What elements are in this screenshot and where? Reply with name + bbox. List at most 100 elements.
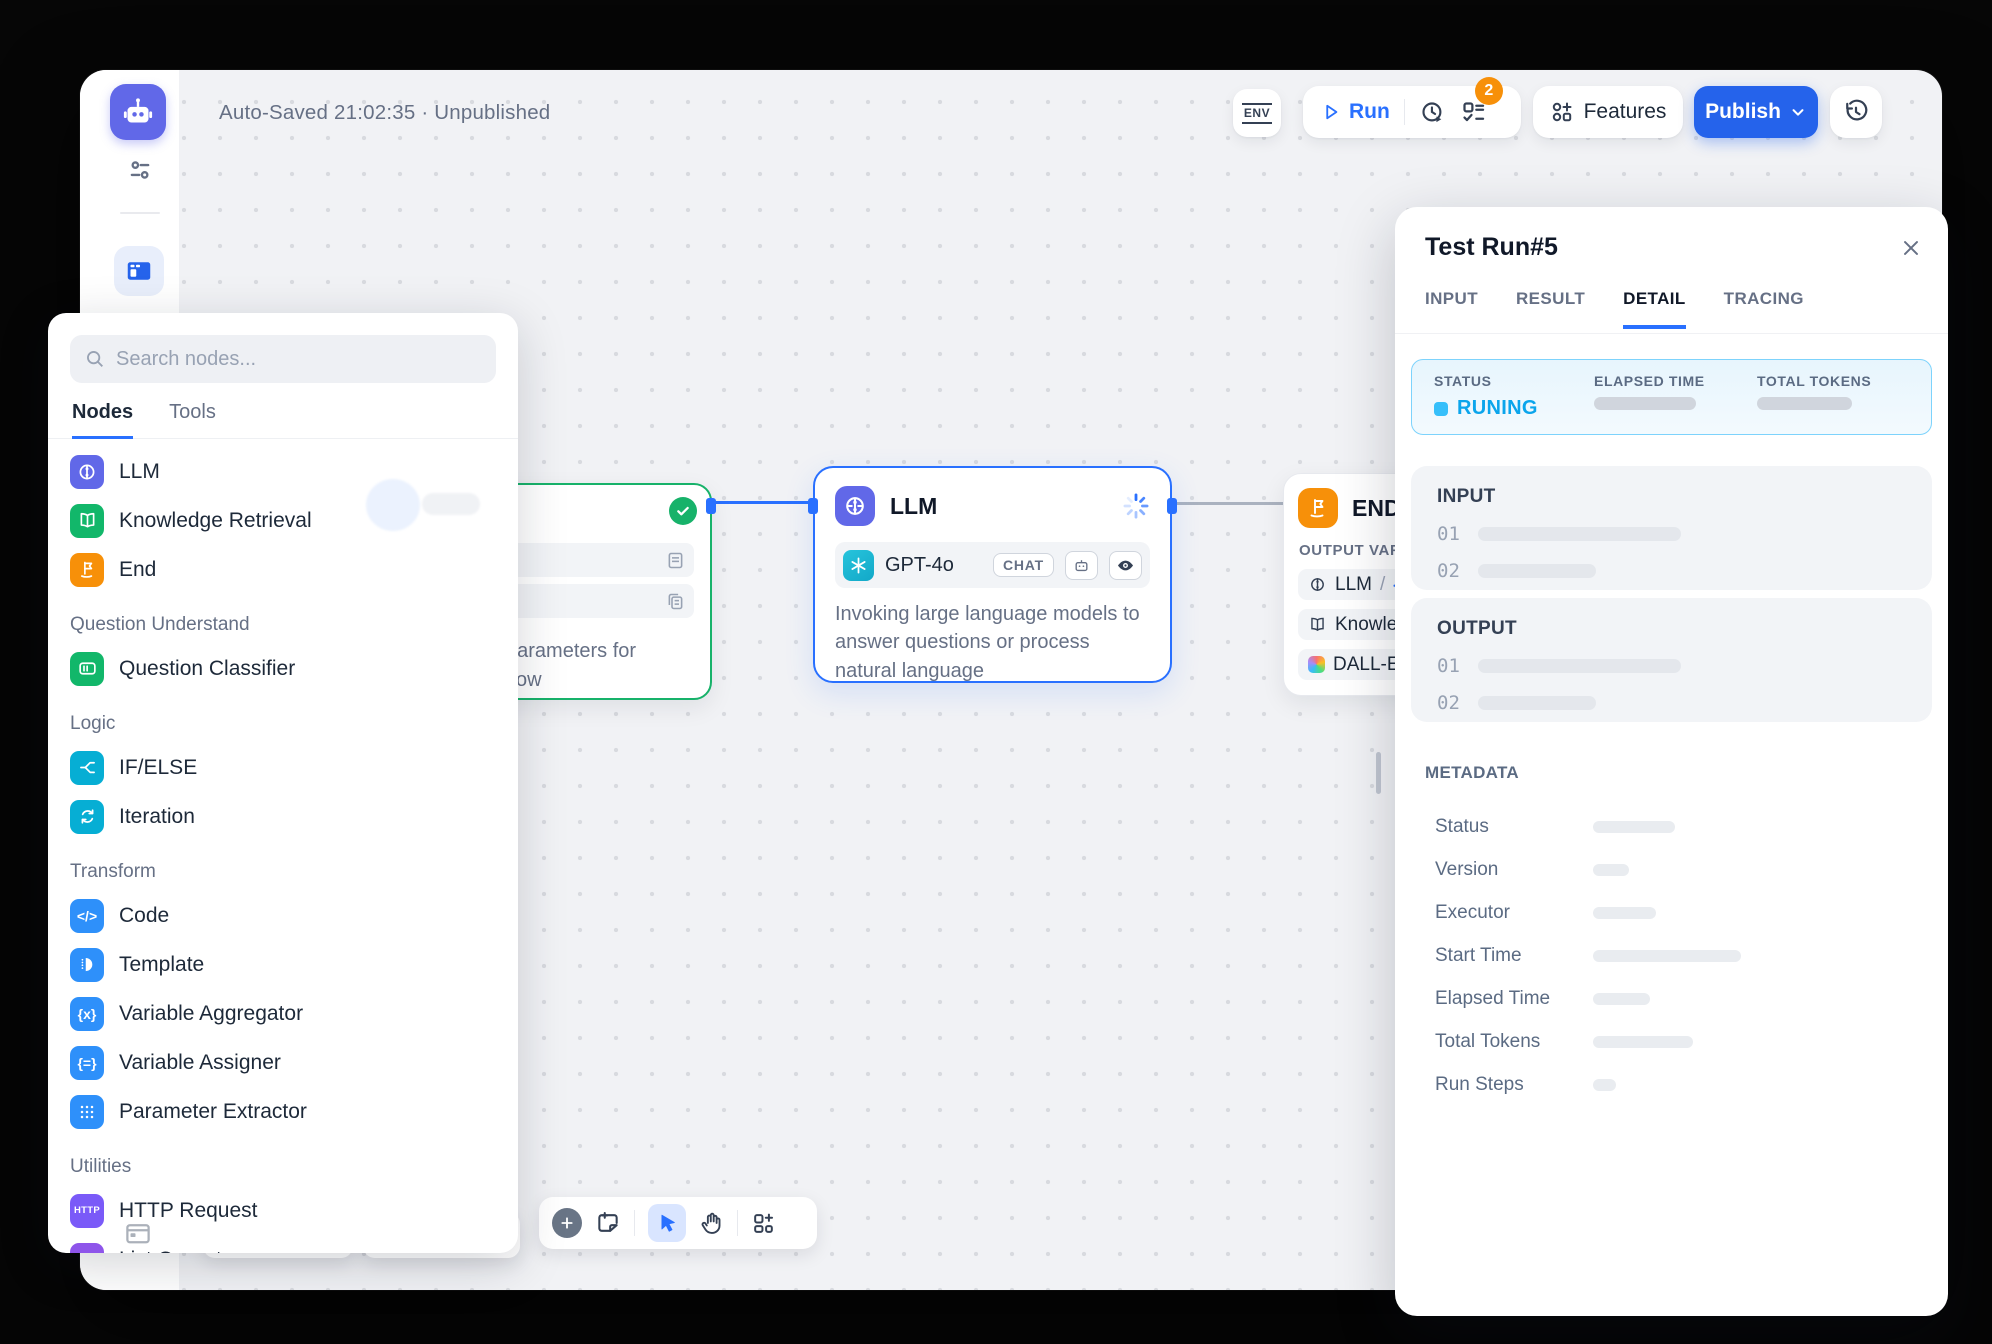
tab-input[interactable]: INPUT: [1425, 289, 1478, 329]
app-logo[interactable]: [110, 84, 166, 140]
output-handle[interactable]: [1167, 498, 1177, 514]
iteration-icon: [70, 800, 104, 834]
model-selector[interactable]: GPT-4o CHAT: [835, 542, 1150, 588]
palette-item-end[interactable]: End: [70, 545, 496, 594]
search-icon: [84, 348, 106, 370]
palette-item-variable-assigner[interactable]: {=} Variable Assigner: [70, 1038, 496, 1087]
publish-button[interactable]: Publish: [1694, 86, 1818, 138]
section-logic: Logic: [70, 693, 496, 743]
input-title: INPUT: [1437, 486, 1906, 508]
value-placeholder: [1593, 993, 1650, 1005]
value-placeholder: [1593, 1079, 1616, 1091]
pointer-tool-button[interactable]: [648, 1204, 686, 1242]
palette-item-code[interactable]: </> Code: [70, 891, 496, 940]
run-toolbar: Run 2: [1303, 86, 1521, 138]
metadata-row: Elapsed Time: [1435, 977, 1918, 1020]
chevron-down-icon: [1789, 103, 1807, 121]
node-list: LLM Knowledge Retrieval End Question Und…: [48, 439, 518, 1253]
checklist-button[interactable]: 2: [1460, 99, 1487, 126]
robot-logo-icon: [120, 94, 156, 130]
edge-llm-to-end: [1172, 502, 1283, 505]
panel-resize-handle[interactable]: [1376, 752, 1381, 794]
add-node-button[interactable]: [552, 1208, 582, 1238]
organize-nodes-button[interactable]: [751, 1211, 776, 1236]
env-button[interactable]: ENV: [1233, 89, 1281, 137]
code-icon: </>: [70, 899, 104, 933]
palette-item-iteration[interactable]: Iteration: [70, 792, 496, 841]
output-title: OUTPUT: [1437, 618, 1906, 640]
section-transform: Transform: [70, 841, 496, 891]
node-palette: Nodes Tools LLM Knowledge Retrieval En: [48, 313, 518, 1253]
palette-item-question-classifier[interactable]: Question Classifier: [70, 644, 496, 693]
tab-result[interactable]: RESULT: [1516, 289, 1585, 329]
tab-detail[interactable]: DETAIL: [1623, 289, 1686, 329]
features-button[interactable]: Features: [1533, 86, 1683, 138]
agent-mode-button[interactable]: [1065, 551, 1098, 580]
metadata-row: Status: [1435, 805, 1918, 848]
output-handle[interactable]: [706, 498, 716, 514]
eye-icon: [1116, 556, 1135, 575]
metadata-title: METADATA: [1425, 763, 1519, 783]
palette-item-if-else[interactable]: IF/ELSE: [70, 743, 496, 792]
total-tokens-placeholder: [1757, 397, 1852, 410]
output-card: OUTPUT 01 02: [1411, 598, 1932, 722]
plus-icon: [559, 1215, 575, 1231]
sidebar-divider: [120, 212, 160, 214]
metadata-list: Status Version Executor Start Time Elaps…: [1435, 805, 1918, 1106]
close-button[interactable]: [1900, 237, 1922, 259]
toolbar-divider: [737, 1210, 738, 1236]
hand-tool-button[interactable]: [699, 1211, 724, 1236]
llm-node[interactable]: LLM GPT-4o CHAT Invoking large language …: [813, 466, 1172, 683]
run-panel-tabs: INPUT RESULT DETAIL TRACING: [1425, 289, 1804, 329]
document-icon: [665, 550, 686, 571]
robot-icon: [1073, 557, 1090, 574]
status-label: STATUS: [1434, 373, 1538, 389]
status-card: STATUS RUNING ELAPSED TIME TOTAL TOKENS: [1411, 359, 1932, 435]
variable-aggregator-icon: {x}: [70, 997, 104, 1031]
add-note-button[interactable]: [595, 1210, 621, 1236]
palette-item-template[interactable]: Template: [70, 940, 496, 989]
version-history-button[interactable]: [1830, 86, 1882, 138]
node-search[interactable]: [70, 335, 496, 383]
metadata-row: Run Steps: [1435, 1063, 1918, 1106]
env-icon: ENV: [1242, 103, 1272, 124]
palette-item-variable-aggregator[interactable]: {x} Variable Aggregator: [70, 989, 496, 1038]
palette-item-parameter-extractor[interactable]: Parameter Extractor: [70, 1087, 496, 1136]
llm-icon: [70, 455, 104, 489]
llm-node-title: LLM: [890, 493, 937, 520]
line-number: 01: [1437, 655, 1460, 677]
palette-item-knowledge-retrieval[interactable]: Knowledge Retrieval: [70, 496, 496, 545]
llm-icon: [835, 486, 875, 526]
tab-nodes[interactable]: Nodes: [72, 401, 133, 439]
search-input[interactable]: [116, 348, 482, 371]
copy-document-icon: [665, 591, 686, 612]
palette-tabs: Nodes Tools: [48, 401, 518, 439]
palette-item-llm[interactable]: LLM: [70, 447, 496, 496]
book-mini-icon: [1308, 615, 1327, 634]
sliders-icon: [126, 156, 154, 184]
preview-panel-button[interactable]: [114, 246, 164, 296]
input-handle[interactable]: [808, 498, 818, 514]
question-classifier-icon: [70, 652, 104, 686]
metadata-row: Start Time: [1435, 934, 1918, 977]
workflow-settings-button[interactable]: [126, 156, 154, 184]
toolbar-divider: [634, 1210, 635, 1236]
line-number: 01: [1437, 523, 1460, 545]
value-placeholder: [1593, 1036, 1693, 1048]
run-history-button[interactable]: [1419, 99, 1446, 126]
value-placeholder: [1593, 950, 1741, 962]
vision-toggle[interactable]: [1109, 551, 1142, 580]
tab-tracing[interactable]: TRACING: [1724, 289, 1804, 329]
run-button[interactable]: Run: [1321, 100, 1390, 124]
cursor-icon: [656, 1212, 678, 1234]
minimap-button[interactable]: [122, 1218, 154, 1250]
notification-badge[interactable]: 2: [1475, 77, 1503, 105]
dalle-icon: [1308, 656, 1325, 673]
autosave-status: Auto-Saved 21:02:35 · Unpublished: [219, 101, 550, 125]
knowledge-retrieval-icon: [70, 504, 104, 538]
running-spinner-icon: [1122, 492, 1150, 520]
tab-tools[interactable]: Tools: [169, 401, 216, 438]
preview-window-icon: [124, 256, 154, 286]
canvas-toolbar: [539, 1197, 817, 1249]
note-plus-icon: [595, 1210, 621, 1236]
